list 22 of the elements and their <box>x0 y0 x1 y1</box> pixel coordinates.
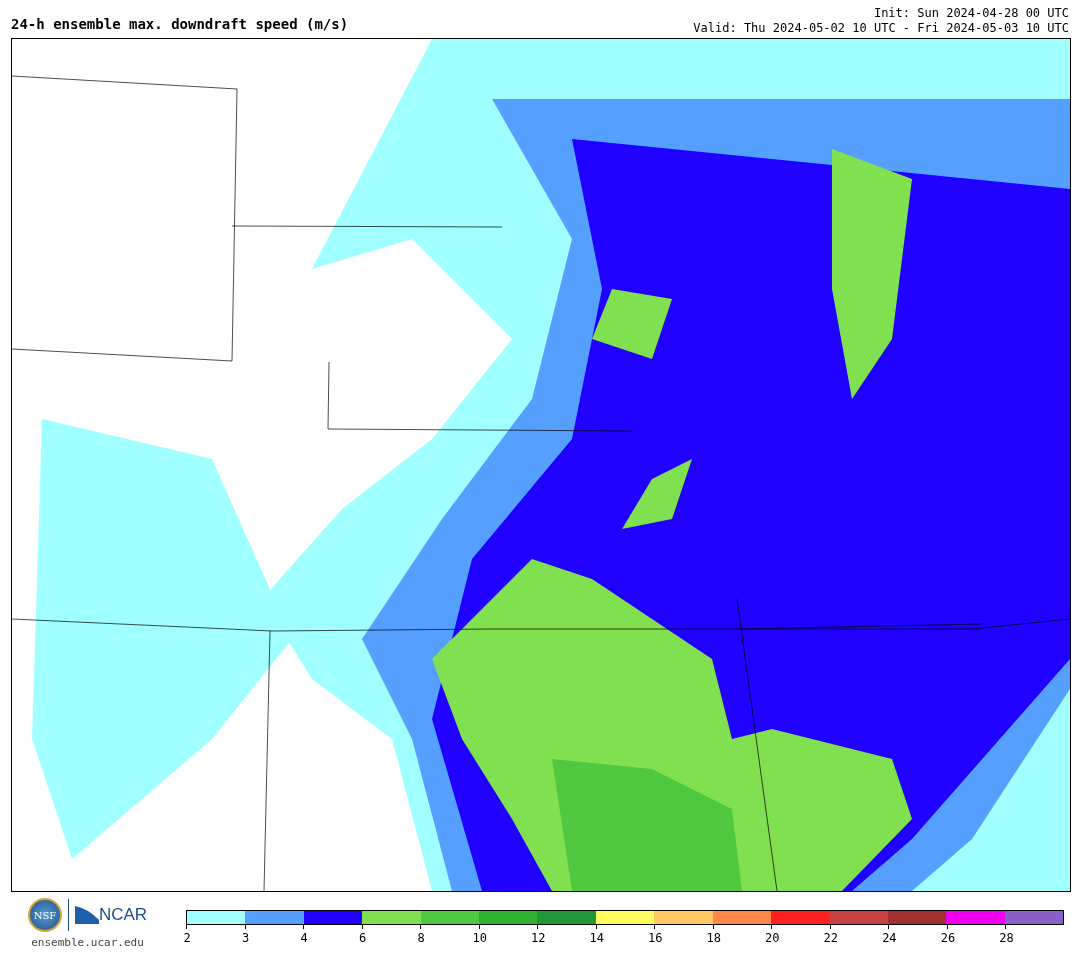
ncar-logo: NCAR <box>98 905 148 925</box>
tick-label: 4 <box>299 931 309 945</box>
tick-label: 3 <box>240 931 251 945</box>
tick-label: 24 <box>881 931 898 945</box>
tick-label: 12 <box>529 931 547 945</box>
tick-label: 20 <box>764 931 781 945</box>
chart-title: 24-h ensemble max. downdraft speed (m/s) <box>11 15 349 34</box>
site-url: ensemble.ucar.edu <box>31 936 144 949</box>
tick-label: 2 <box>182 931 192 945</box>
tick-label: 14 <box>588 931 605 945</box>
tick-label: 18 <box>705 931 722 945</box>
tick-label: 28 <box>998 931 1015 945</box>
tick-label: 16 <box>647 931 664 945</box>
nsf-logo: NSF <box>27 898 62 932</box>
tick-label: 8 <box>416 931 426 945</box>
valid-time: Valid: Thu 2024-05-02 10 UTC - Fri 2024-05-03 10 UTC <box>693 21 1069 36</box>
swoosh-icon <box>74 906 99 924</box>
init-time: Init: Sun 2024-04-28 00 UTC <box>873 6 1069 21</box>
tick-label: 6 <box>357 931 368 945</box>
tick-label: 26 <box>939 931 957 945</box>
tick-label: 10 <box>471 931 488 945</box>
tick-label: 22 <box>822 931 840 945</box>
